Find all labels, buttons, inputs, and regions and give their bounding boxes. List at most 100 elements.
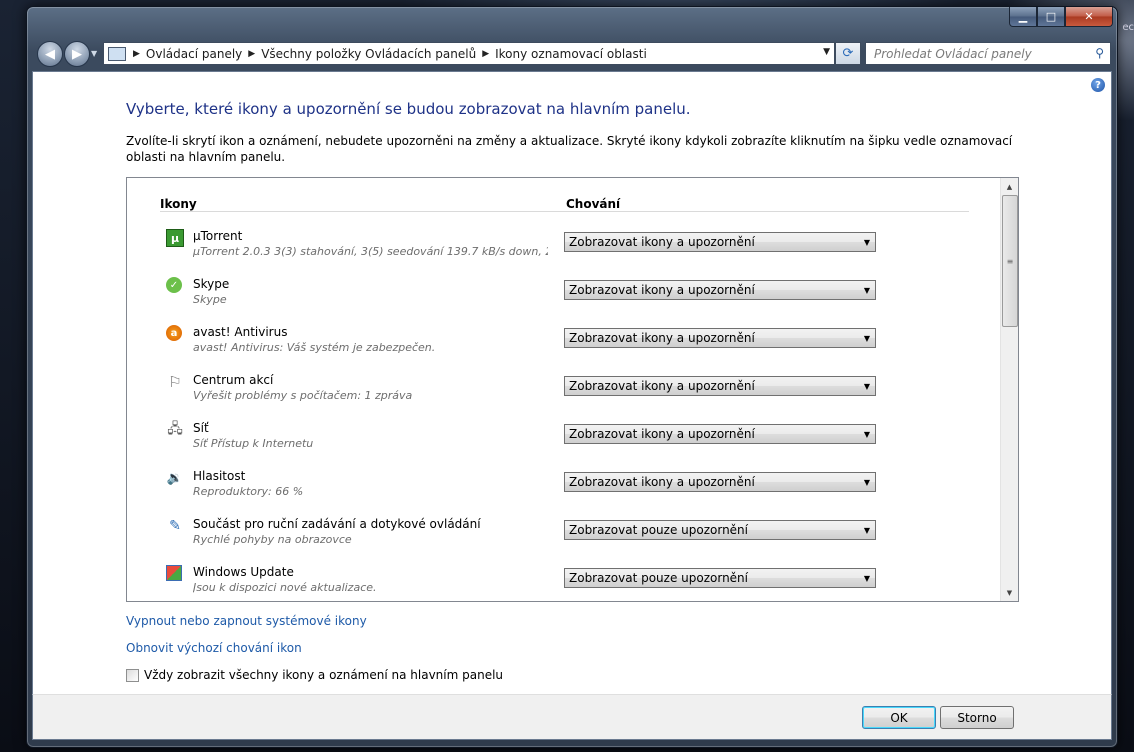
behavior-select-value: Zobrazovat pouze upozornění bbox=[569, 523, 748, 537]
control-panel-window: ▁ □ ✕ ◀ ▶ ▼ ▶ Ovládací panely ▶ Všechny … bbox=[26, 6, 1118, 748]
chevron-down-icon: ▼ bbox=[863, 526, 870, 535]
chevron-down-icon: ▼ bbox=[863, 430, 870, 439]
behavior-select-value: Zobrazovat ikony a upozornění bbox=[569, 475, 755, 489]
avast-icon: a bbox=[166, 325, 182, 341]
maximize-button[interactable]: □ bbox=[1037, 7, 1065, 27]
forward-arrow-icon: ▶ bbox=[72, 46, 82, 62]
chevron-right-icon[interactable]: ▶ bbox=[130, 49, 143, 59]
refresh-button[interactable]: ⟳ bbox=[835, 42, 861, 65]
list-item: Windows Update Jsou k dispozici nové akt… bbox=[166, 557, 926, 601]
chevron-down-icon: ▼ bbox=[863, 286, 870, 295]
back-button[interactable]: ◀ bbox=[37, 41, 63, 67]
list-item-name: Centrum akcí bbox=[193, 373, 274, 387]
vertical-scrollbar[interactable]: ▲ ≡ ▼ bbox=[1000, 178, 1018, 601]
behavior-select[interactable]: Zobrazovat ikony a upozornění ▼ bbox=[564, 328, 876, 348]
list-item: 🔉 Hlasitost Reproduktory: 66 % Zobrazova… bbox=[166, 461, 926, 509]
cancel-button[interactable]: Storno bbox=[940, 706, 1014, 729]
close-button[interactable]: ✕ bbox=[1065, 7, 1113, 27]
network-icon: 🖧 bbox=[167, 421, 183, 437]
header-divider bbox=[160, 211, 969, 212]
scroll-down-icon[interactable]: ▼ bbox=[1001, 584, 1018, 601]
control-panel-icon bbox=[108, 46, 126, 61]
icons-list: Ikony Chování µ µTorrent µTorrent 2.0.3 … bbox=[126, 177, 1019, 602]
back-arrow-icon: ◀ bbox=[45, 46, 55, 62]
breadcrumb-all-items[interactable]: Všechny položky Ovládacích panelů bbox=[258, 47, 479, 61]
chevron-down-icon: ▼ bbox=[863, 382, 870, 391]
caption-buttons: ▁ □ ✕ bbox=[1009, 7, 1113, 27]
pen-input-icon: ✎ bbox=[169, 518, 181, 534]
recent-pages-dropdown[interactable]: ▼ bbox=[91, 49, 97, 58]
behavior-select[interactable]: Zobrazovat ikony a upozornění ▼ bbox=[564, 424, 876, 444]
address-dropdown-icon[interactable]: ▼ bbox=[823, 47, 830, 57]
page-title: Vyberte, které ikony a upozornění se bud… bbox=[126, 100, 691, 118]
list-item: a avast! Antivirus avast! Antivirus: Váš… bbox=[166, 317, 926, 365]
list-item-name: Skype bbox=[193, 277, 230, 291]
navigation-bar: ◀ ▶ ▼ ▶ Ovládací panely ▶ Všechny položk… bbox=[27, 37, 1117, 69]
restore-defaults-link[interactable]: Obnovit výchozí chování ikon bbox=[126, 641, 302, 655]
chevron-right-icon[interactable]: ▶ bbox=[245, 49, 258, 59]
action-center-flag-icon: ⚐ bbox=[168, 373, 182, 391]
scroll-up-icon[interactable]: ▲ bbox=[1001, 178, 1018, 195]
behavior-select[interactable]: Zobrazovat ikony a upozornění ▼ bbox=[564, 472, 876, 492]
chevron-right-icon[interactable]: ▶ bbox=[479, 49, 492, 59]
list-item-subtext: Rychlé pohyby na obrazovce bbox=[193, 533, 352, 546]
list-item-name: Windows Update bbox=[193, 565, 294, 579]
dialog-footer: OK Storno bbox=[32, 694, 1112, 740]
list-item-name: µTorrent bbox=[193, 229, 243, 243]
desktop-text: ec bbox=[1122, 22, 1134, 33]
system-icons-link[interactable]: Vypnout nebo zapnout systémové ikony bbox=[126, 614, 367, 628]
list-item-subtext: Skype bbox=[193, 293, 227, 306]
chevron-down-icon: ▼ bbox=[863, 334, 870, 343]
behavior-select-value: Zobrazovat ikony a upozornění bbox=[569, 427, 755, 441]
list-item: ⚐ Centrum akcí Vyřešit problémy s počíta… bbox=[166, 365, 926, 413]
always-show-checkbox[interactable] bbox=[126, 668, 139, 682]
behavior-select[interactable]: Zobrazovat pouze upozornění ▼ bbox=[564, 520, 876, 540]
behavior-select-value: Zobrazovat pouze upozornění bbox=[569, 571, 748, 585]
list-item-subtext: Reproduktory: 66 % bbox=[193, 485, 304, 498]
refresh-icon: ⟳ bbox=[842, 46, 854, 61]
search-icon[interactable]: ⚲ bbox=[1095, 46, 1104, 60]
chevron-down-icon: ▼ bbox=[863, 238, 870, 247]
list-item-subtext: avast! Antivirus: Váš systém je zabezpeč… bbox=[193, 341, 436, 354]
ok-button[interactable]: OK bbox=[862, 706, 936, 729]
list-item: µ µTorrent µTorrent 2.0.3 3(3) stahování… bbox=[166, 221, 926, 269]
skype-icon: ✓ bbox=[166, 277, 182, 293]
behavior-select[interactable]: Zobrazovat pouze upozornění ▼ bbox=[564, 568, 876, 588]
address-bar[interactable]: ▶ Ovládací panely ▶ Všechny položky Ovlá… bbox=[103, 42, 835, 65]
list-item-subtext: Vyřešit problémy s počítačem: 1 zpráva bbox=[193, 389, 413, 402]
breadcrumb-notification-icons[interactable]: Ikony oznamovací oblasti bbox=[492, 47, 650, 61]
chevron-down-icon: ▼ bbox=[863, 478, 870, 487]
behavior-select[interactable]: Zobrazovat ikony a upozornění ▼ bbox=[564, 280, 876, 300]
description-text: Zvolíte-li skrytí ikon a oznámení, nebud… bbox=[126, 134, 1013, 164]
windows-update-icon bbox=[166, 565, 182, 581]
list-item-subtext: Síť Přístup k Internetu bbox=[193, 437, 314, 450]
behavior-select-value: Zobrazovat ikony a upozornění bbox=[569, 235, 755, 249]
behavior-select-value: Zobrazovat ikony a upozornění bbox=[569, 331, 755, 345]
list-item-name: Hlasitost bbox=[193, 469, 246, 483]
column-header-behavior: Chování bbox=[566, 197, 621, 211]
volume-icon: 🔉 bbox=[166, 470, 184, 486]
minimize-button[interactable]: ▁ bbox=[1009, 7, 1037, 27]
behavior-select-value: Zobrazovat ikony a upozornění bbox=[569, 379, 755, 393]
utorrent-icon: µ bbox=[166, 229, 184, 247]
list-item-name: Součást pro ruční zadávání a dotykové ov… bbox=[193, 517, 481, 531]
behavior-select-value: Zobrazovat ikony a upozornění bbox=[569, 283, 755, 297]
list-item: 🖧 Síť Síť Přístup k Internetu Zobrazovat… bbox=[166, 413, 926, 461]
help-icon[interactable]: ? bbox=[1091, 78, 1105, 92]
behavior-select[interactable]: Zobrazovat ikony a upozornění ▼ bbox=[564, 376, 876, 396]
list-item: ✎ Součást pro ruční zadávání a dotykové … bbox=[166, 509, 926, 557]
main-content: ? Vyberte, které ikony a upozornění se b… bbox=[32, 71, 1112, 695]
scroll-thumb[interactable]: ≡ bbox=[1002, 195, 1018, 327]
list-item-name: avast! Antivirus bbox=[193, 325, 288, 339]
list-item-name: Síť bbox=[193, 421, 209, 435]
list-item-subtext: Jsou k dispozici nové aktualizace. bbox=[193, 581, 377, 594]
forward-button[interactable]: ▶ bbox=[64, 41, 90, 67]
breadcrumb-control-panel[interactable]: Ovládací panely bbox=[143, 47, 245, 61]
search-box[interactable]: ⚲ bbox=[865, 42, 1111, 65]
column-header-icons: Ikony bbox=[160, 197, 197, 211]
behavior-select[interactable]: Zobrazovat ikony a upozornění ▼ bbox=[564, 232, 876, 252]
search-input[interactable] bbox=[872, 45, 1086, 62]
always-show-label[interactable]: Vždy zobrazit všechny ikony a oznámení n… bbox=[144, 668, 503, 682]
list-item: ✓ Skype Skype Zobrazovat ikony a upozorn… bbox=[166, 269, 926, 317]
always-show-option[interactable]: Vždy zobrazit všechny ikony a oznámení n… bbox=[126, 668, 503, 682]
